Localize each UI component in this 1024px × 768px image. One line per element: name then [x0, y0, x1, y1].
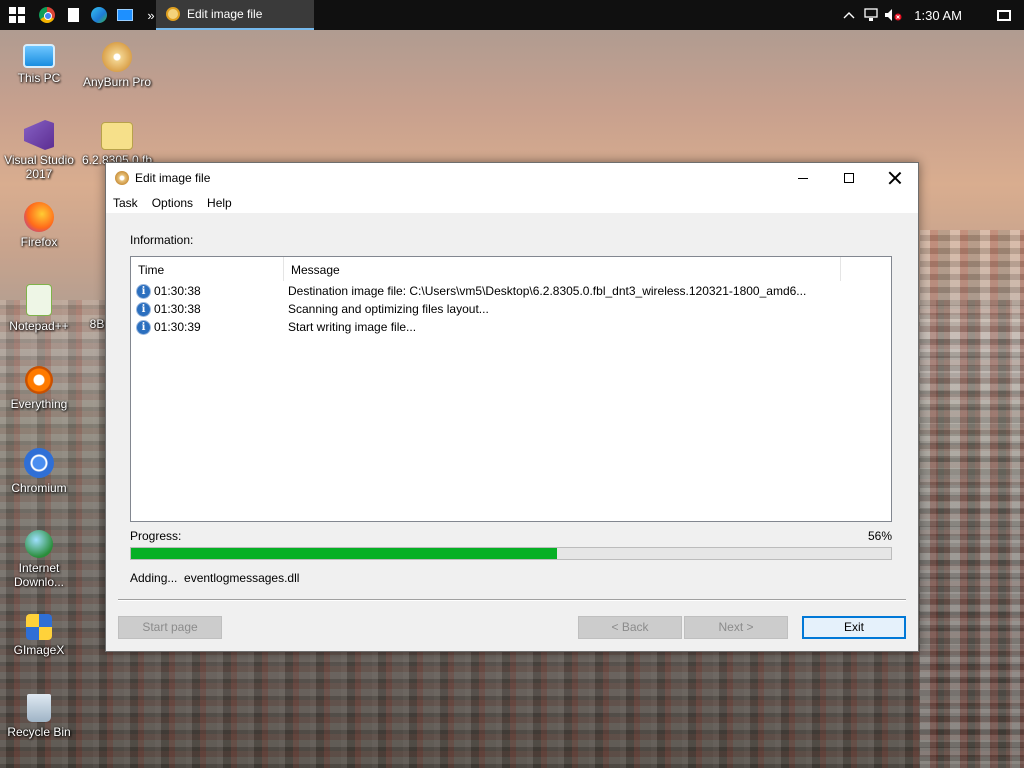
window-icon	[117, 9, 133, 21]
edge-icon	[91, 7, 107, 23]
maximize-button[interactable]	[826, 163, 872, 193]
log-message: Scanning and optimizing files layout...	[288, 302, 489, 316]
edge-taskbar-icon[interactable]	[86, 0, 112, 30]
computer-icon	[23, 44, 55, 68]
chromium-icon	[24, 448, 54, 478]
start-page-button[interactable]: Start page	[118, 616, 222, 639]
desktop-icon-gimagex[interactable]: GImageX	[1, 614, 77, 657]
desktop-icon-visual-studio[interactable]: Visual Studio 2017	[1, 120, 77, 181]
log-time: 01:30:39	[154, 320, 201, 334]
maximize-icon	[844, 173, 854, 183]
taskbar-active-app[interactable]: Edit image file	[156, 0, 314, 30]
desktop-icon-internet-download-manager[interactable]: Internet Downlo...	[1, 530, 77, 589]
info-icon: i	[137, 302, 150, 316]
imagex-icon	[26, 614, 52, 640]
log-row[interactable]: i 01:30:38 Destination image file: C:\Us…	[131, 282, 891, 300]
taskbar-clock[interactable]: 1:30 AM	[904, 8, 984, 23]
desktop-icon-this-pc[interactable]: This PC	[1, 40, 77, 85]
title-bar[interactable]: Edit image file	[106, 163, 918, 193]
recycle-bin-icon	[27, 694, 51, 722]
system-tray: 1:30 AM	[838, 0, 1024, 30]
minimize-icon	[798, 177, 808, 179]
log-time: 01:30:38	[154, 302, 201, 316]
desktop-icon-anyburn[interactable]: AnyBurn Pro	[79, 40, 155, 89]
notepad-icon	[26, 284, 52, 316]
iso-file-icon	[101, 122, 133, 150]
desktop-icon-iso-file[interactable]: 6.2.8305.0.fb	[79, 118, 155, 167]
network-icon[interactable]	[860, 0, 882, 30]
status-text: Adding... eventlogmessages.dll	[130, 571, 300, 585]
log-row[interactable]: i 01:30:38 Scanning and optimizing files…	[131, 300, 891, 318]
column-header-message[interactable]: Message	[284, 257, 841, 281]
windows-logo-icon	[9, 7, 25, 23]
log-message: Destination image file: C:\Users\vm5\Des…	[288, 284, 807, 298]
menu-bar: Task Options Help	[106, 193, 918, 213]
information-label: Information:	[130, 233, 194, 247]
firefox-icon	[24, 202, 54, 232]
close-button[interactable]	[872, 163, 918, 193]
column-header-time[interactable]: Time	[131, 257, 284, 281]
visual-studio-icon	[24, 120, 54, 150]
info-icon: i	[137, 284, 150, 298]
exit-button[interactable]: Exit	[802, 616, 906, 639]
menu-options[interactable]: Options	[145, 196, 200, 210]
search-tool-icon	[25, 366, 53, 394]
document-icon	[67, 8, 79, 22]
close-icon	[888, 171, 902, 185]
edit-image-file-window: Edit image file Task Options Help Inform…	[105, 162, 919, 652]
disc-icon	[102, 42, 132, 72]
mail-taskbar-icon[interactable]	[112, 0, 138, 30]
progress-bar	[130, 547, 892, 560]
log-list[interactable]: Time Message i 01:30:38 Destination imag…	[130, 256, 892, 522]
file-taskbar-icon[interactable]	[60, 0, 86, 30]
taskbar: » Edit image file 1:30 AM	[0, 0, 1024, 30]
progress-bar-fill	[131, 548, 557, 559]
desktop-icon-chromium[interactable]: Chromium	[1, 448, 77, 495]
log-time: 01:30:38	[154, 284, 201, 298]
next-button[interactable]: Next >	[684, 616, 788, 639]
info-icon: i	[137, 320, 150, 334]
chevron-up-icon[interactable]	[838, 0, 860, 30]
volume-muted-icon[interactable]	[882, 0, 904, 30]
desktop-icon-recycle-bin[interactable]: Recycle Bin	[1, 694, 77, 739]
log-list-header: Time Message	[131, 257, 891, 281]
wallpaper-city-right	[920, 230, 1024, 768]
menu-task[interactable]: Task	[106, 196, 145, 210]
anyburn-app-icon	[115, 171, 129, 185]
back-button[interactable]: < Back	[578, 616, 682, 639]
chrome-taskbar-icon[interactable]	[34, 0, 60, 30]
chrome-icon	[39, 7, 55, 23]
desktop-icon-everything[interactable]: Everything	[1, 366, 77, 411]
download-manager-icon	[25, 530, 53, 558]
window-title: Edit image file	[135, 171, 211, 185]
progress-percent: 56%	[867, 529, 892, 543]
log-row[interactable]: i 01:30:39 Start writing image file...	[131, 318, 891, 336]
notification-icon[interactable]	[984, 9, 1024, 21]
desktop-icon-firefox[interactable]: Firefox	[1, 202, 77, 249]
log-message: Start writing image file...	[288, 320, 417, 334]
minimize-button[interactable]	[780, 163, 826, 193]
progress-label: Progress:	[130, 529, 182, 543]
start-button[interactable]	[0, 0, 34, 30]
anyburn-app-icon	[166, 7, 180, 21]
taskbar-app-title: Edit image file	[187, 7, 263, 21]
menu-help[interactable]: Help	[200, 196, 239, 210]
separator	[118, 599, 906, 601]
